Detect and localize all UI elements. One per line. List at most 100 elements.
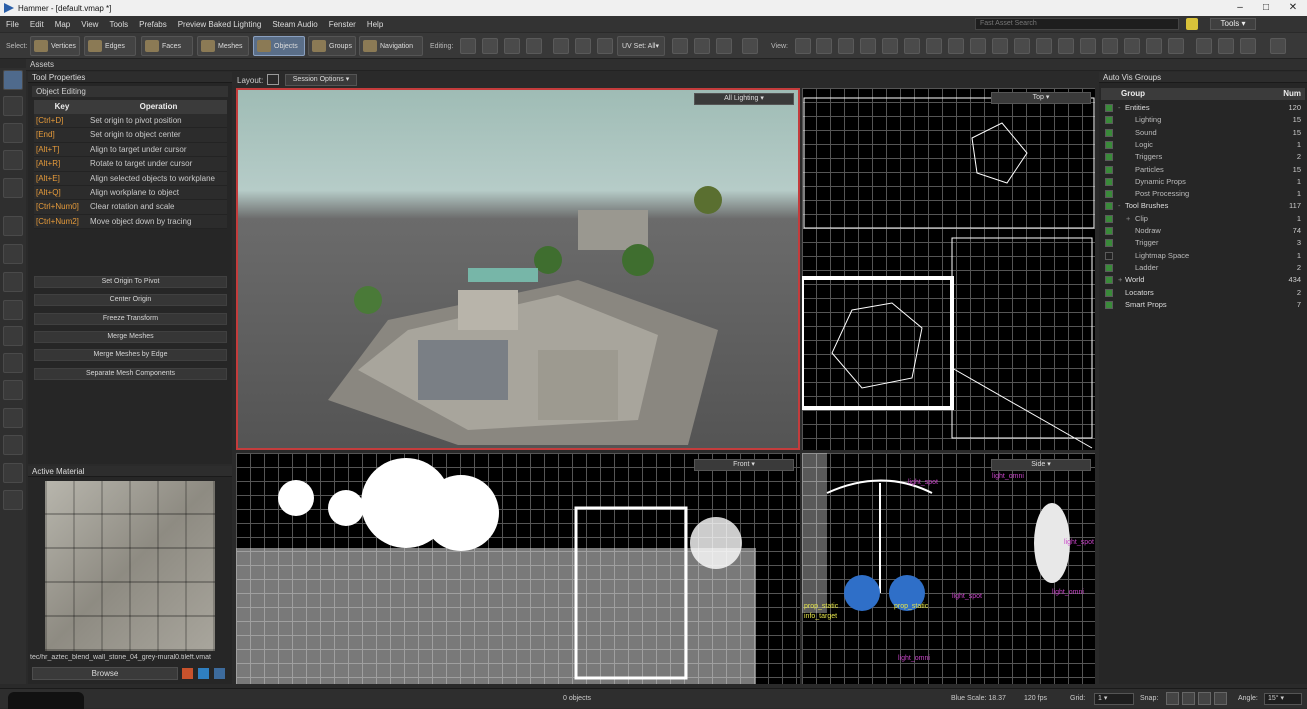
- visibility-checkbox[interactable]: [1105, 190, 1113, 199]
- view-overlays-icon[interactable]: [970, 38, 986, 54]
- session-options-dropdown[interactable]: Session Options ▾: [285, 74, 357, 86]
- select-tool-icon[interactable]: [3, 70, 23, 90]
- view-entities-icon[interactable]: [816, 38, 832, 54]
- paint-tool-icon[interactable]: [3, 408, 23, 428]
- visibility-checkbox[interactable]: [1105, 104, 1113, 112]
- snap-vertex-icon[interactable]: [1198, 692, 1211, 705]
- vis-group-row[interactable]: Particles 15: [1101, 164, 1305, 176]
- visibility-checkbox[interactable]: [1105, 227, 1113, 235]
- merge-meshes-button[interactable]: Merge Meshes: [34, 331, 227, 343]
- fast-asset-search-input[interactable]: Fast Asset Search: [975, 18, 1179, 30]
- material-apply-icon[interactable]: [182, 668, 193, 679]
- visibility-checkbox[interactable]: [1105, 214, 1113, 223]
- view-gizmo-icon[interactable]: [1146, 38, 1162, 54]
- expand-toggle-icon[interactable]: +: [1118, 274, 1122, 286]
- menu-map[interactable]: Map: [55, 20, 71, 29]
- material-preview[interactable]: [45, 481, 215, 651]
- set-origin-to-pivot-button[interactable]: Set Origin To Pivot: [34, 276, 227, 288]
- merge-meshes-by-edge-button[interactable]: Merge Meshes by Edge: [34, 349, 227, 361]
- expand-toggle-icon[interactable]: -: [1118, 200, 1121, 212]
- view-nav-icon[interactable]: [992, 38, 1008, 54]
- user-icon[interactable]: [1270, 38, 1286, 54]
- move-tool-icon[interactable]: [3, 96, 23, 116]
- lighting-mode-dropdown[interactable]: All Lighting ▾: [694, 93, 794, 105]
- snap-icon[interactable]: [482, 38, 498, 54]
- visibility-checkbox[interactable]: [1105, 276, 1113, 285]
- menu-tools[interactable]: Tools: [109, 20, 128, 29]
- visibility-checkbox[interactable]: [1105, 116, 1113, 125]
- visibility-checkbox[interactable]: [1105, 288, 1113, 297]
- material-sample-icon[interactable]: [198, 668, 209, 679]
- front-view-dropdown[interactable]: Front ▾: [694, 459, 794, 471]
- bounds-icon[interactable]: [526, 38, 542, 54]
- vis-group-row[interactable]: Triggers 2: [1101, 151, 1305, 163]
- entity-label[interactable]: prop_static: [894, 603, 928, 610]
- expand-toggle-icon[interactable]: -: [1118, 102, 1121, 114]
- view-models-icon[interactable]: [948, 38, 964, 54]
- pivot-tool-icon[interactable]: [3, 178, 23, 198]
- vis-group-row[interactable]: Lightmap Space 1: [1101, 250, 1305, 262]
- view-tools-icon[interactable]: [1240, 38, 1256, 54]
- assets-panel-header[interactable]: Assets: [26, 59, 1307, 71]
- tile-tool-icon[interactable]: [3, 435, 23, 455]
- mode-meshes-button[interactable]: Meshes: [197, 36, 249, 56]
- vis-group-row[interactable]: Locators 2: [1101, 287, 1305, 299]
- ignore-groups-icon[interactable]: [597, 38, 613, 54]
- view-cubemap-icon[interactable]: [1168, 38, 1184, 54]
- tools-button[interactable]: Tools ▾: [1210, 18, 1256, 30]
- scale-tool-icon[interactable]: [3, 150, 23, 170]
- vis-group-row[interactable]: - Tool Brushes 117: [1101, 200, 1305, 212]
- gamepad-icon[interactable]: [742, 38, 758, 54]
- view-grid-icon[interactable]: [1124, 38, 1140, 54]
- close-icon[interactable]: ✕: [1280, 0, 1306, 16]
- mode-vertices-button[interactable]: Vertices: [30, 36, 80, 56]
- menu-help[interactable]: Help: [367, 20, 383, 29]
- vis-group-row[interactable]: Dynamic Props 1: [1101, 176, 1305, 188]
- entity-label[interactable]: light_omni: [898, 655, 930, 662]
- view-props-icon[interactable]: [860, 38, 876, 54]
- view-markers-icon[interactable]: [1102, 38, 1118, 54]
- snap-grid-icon[interactable]: [1182, 692, 1195, 705]
- foliage-tool-icon[interactable]: [3, 490, 23, 510]
- menu-steam-audio[interactable]: Steam Audio: [272, 20, 317, 29]
- entity-label[interactable]: info_target: [804, 613, 837, 620]
- mushroom-icon[interactable]: [716, 38, 732, 54]
- layout-grid-icon[interactable]: [267, 74, 279, 85]
- clip-tool-icon[interactable]: [3, 326, 23, 346]
- texture-lock-icon[interactable]: [672, 38, 688, 54]
- maximize-icon[interactable]: □: [1253, 0, 1279, 16]
- view-fog-icon[interactable]: [1036, 38, 1052, 54]
- perspective-viewport[interactable]: All Lighting ▾: [236, 88, 800, 450]
- vis-group-row[interactable]: + World 434: [1101, 274, 1305, 286]
- rotate-tool-icon[interactable]: [3, 123, 23, 143]
- entity-label[interactable]: light_spot: [1064, 539, 1094, 546]
- visibility-checkbox[interactable]: [1105, 300, 1113, 309]
- entity-label[interactable]: light_spot: [908, 479, 938, 486]
- menu-prefabs[interactable]: Prefabs: [139, 20, 167, 29]
- top-viewport[interactable]: Top ▾: [802, 88, 1095, 450]
- entity-label[interactable]: light_omni: [1052, 589, 1084, 596]
- vis-group-row[interactable]: Lighting 15: [1101, 114, 1305, 126]
- view-materials-icon[interactable]: [926, 38, 942, 54]
- path-tool-icon[interactable]: [3, 272, 23, 292]
- vis-group-row[interactable]: - Entities 120: [1101, 102, 1305, 114]
- visibility-checkbox[interactable]: [1105, 251, 1113, 260]
- visibility-checkbox[interactable]: [1105, 263, 1113, 272]
- select-through-icon[interactable]: [553, 38, 569, 54]
- side-view-dropdown[interactable]: Side ▾: [991, 459, 1091, 471]
- vis-group-row[interactable]: Post Processing 1: [1101, 188, 1305, 200]
- mode-navigation-button[interactable]: Navigation: [359, 36, 423, 56]
- snap-toggle-icon[interactable]: [1166, 692, 1179, 705]
- vis-group-row[interactable]: Trigger 3: [1101, 237, 1305, 249]
- knife-icon[interactable]: [504, 38, 520, 54]
- front-viewport[interactable]: Front ▾: [236, 453, 800, 684]
- menu-fenster[interactable]: Fenster: [329, 20, 356, 29]
- minimize-icon[interactable]: –: [1227, 0, 1253, 16]
- uv-set-dropdown[interactable]: UV Set: All ▾: [617, 36, 665, 56]
- center-origin-button[interactable]: Center Origin: [34, 294, 227, 306]
- visibility-checkbox[interactable]: [1105, 128, 1113, 137]
- lightbulb-icon[interactable]: [1186, 18, 1198, 30]
- view-particles-icon[interactable]: [1014, 38, 1030, 54]
- view-meshes-icon[interactable]: [838, 38, 854, 54]
- view-sky-icon[interactable]: [904, 38, 920, 54]
